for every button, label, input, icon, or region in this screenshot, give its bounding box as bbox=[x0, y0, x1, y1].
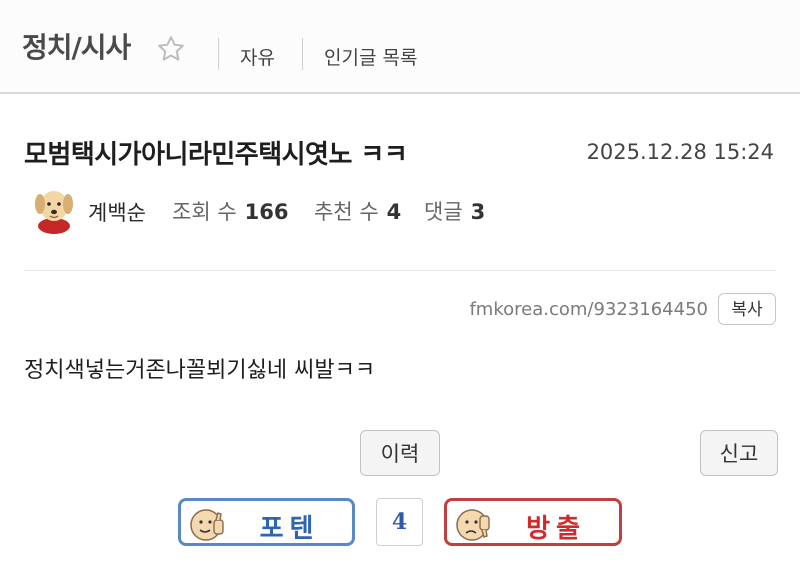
nav-separator bbox=[218, 38, 219, 70]
author-name[interactable]: 계백순 bbox=[88, 197, 146, 227]
thumbs-up-face-icon bbox=[190, 509, 224, 541]
board-title[interactable]: 정치/시사 bbox=[22, 26, 131, 66]
reject-vote-button[interactable]: 방출 bbox=[444, 498, 622, 546]
vote-count: 4 bbox=[376, 498, 423, 546]
view-count-value: 166 bbox=[244, 200, 289, 224]
post-url: fmkorea.com/9323164450 bbox=[469, 299, 708, 320]
comment-count-label: 댓글 bbox=[424, 200, 463, 224]
nav-separator bbox=[302, 38, 303, 70]
view-count: 조회 수 166 bbox=[172, 196, 288, 226]
recommend-count: 추천 수 4 bbox=[314, 196, 401, 226]
thumbs-down-face-icon bbox=[456, 509, 490, 541]
nav-free-board[interactable]: 자유 bbox=[240, 43, 275, 70]
post-title: 모범택시가아니라민주택시엿노 ㅋㅋ bbox=[24, 140, 408, 170]
post-content: 정치색넣는거존나꼴뵈기싫네 씨발ㅋㅋ bbox=[24, 358, 376, 383]
comment-count: 댓글 3 bbox=[424, 196, 485, 226]
view-count-label: 조회 수 bbox=[172, 200, 237, 224]
history-button[interactable]: 이력 bbox=[360, 430, 440, 476]
recommend-vote-button[interactable]: 포텐 bbox=[178, 498, 355, 546]
reject-vote-label: 방출 bbox=[526, 514, 586, 544]
header-divider bbox=[0, 92, 800, 94]
comment-count-value: 3 bbox=[470, 200, 486, 224]
post-divider bbox=[24, 270, 776, 271]
copy-url-button[interactable]: 복사 bbox=[718, 293, 776, 325]
report-button[interactable]: 신고 bbox=[700, 430, 778, 476]
recommend-vote-label: 포텐 bbox=[259, 514, 320, 544]
star-icon[interactable] bbox=[156, 34, 186, 64]
post-datetime: 2025.12.28 15:24 bbox=[586, 140, 774, 164]
nav-popular-list[interactable]: 인기글 목록 bbox=[324, 43, 417, 70]
recommend-count-value: 4 bbox=[386, 200, 402, 224]
avatar[interactable] bbox=[28, 182, 80, 234]
recommend-count-label: 추천 수 bbox=[314, 200, 379, 224]
